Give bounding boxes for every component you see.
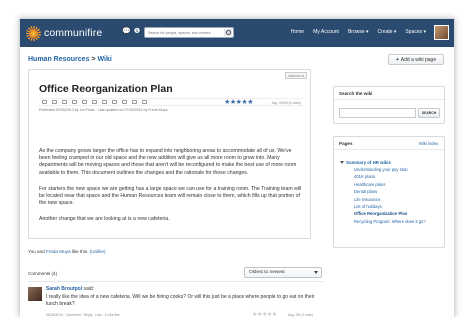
nav-home[interactable]: Home	[291, 29, 304, 35]
edit-icon[interactable]	[92, 100, 97, 104]
notification-icon[interactable]: ❶	[133, 28, 141, 36]
user-avatar[interactable]	[434, 25, 449, 40]
tree-item[interactable]: Understanding your pay stub	[340, 166, 426, 173]
chat-icon[interactable]: 💬	[122, 28, 131, 36]
tree-item[interactable]: Healthcare plans	[340, 181, 426, 188]
main-nav: Home My Account Browse ▾ Create ▾ Spaces…	[291, 29, 426, 35]
search-icon[interactable]	[224, 29, 232, 36]
pages-title: Pages	[339, 141, 353, 146]
add-wiki-page-button[interactable]: + Add a wiki page	[388, 54, 444, 65]
nav-browse[interactable]: Browse ▾	[348, 29, 369, 35]
likes-prefix: You and	[28, 249, 45, 254]
logo-text: communifire	[44, 27, 103, 39]
comment-meta[interactable]: 06/24/2014 · Comment · Reply · Like · 1 …	[46, 313, 120, 317]
global-search	[144, 27, 234, 38]
comment-author-name[interactable]: Sarah Broutpol	[46, 286, 82, 292]
pages-tree: Summary of HR wikis Understanding your p…	[340, 159, 426, 225]
breadcrumb: Human Resources > Wiki	[28, 56, 112, 63]
copy-icon[interactable]	[102, 100, 107, 104]
commenter-avatar[interactable]	[28, 287, 42, 301]
plus-icon: +	[395, 56, 399, 63]
article-paragraph: For starters the new space we are gettin…	[39, 186, 302, 207]
page-title: Office Reorganization Plan	[39, 83, 173, 95]
article-paragraph: As the company grows larger the office h…	[39, 148, 297, 176]
comment-sort-value: Oldest to newest	[249, 270, 285, 275]
comment-rating-average: Avg. 3/5 (1 vote)	[288, 313, 313, 317]
unlike-link[interactable]: (Unlike)	[90, 249, 106, 254]
comment-sort-select[interactable]: Oldest to newest	[244, 267, 322, 278]
delete-icon[interactable]	[122, 100, 127, 104]
history-icon[interactable]	[112, 100, 117, 104]
wiki-search-title: Search the wiki	[339, 91, 373, 96]
comment-icon[interactable]	[42, 100, 47, 104]
nav-create[interactable]: Create ▾	[378, 29, 397, 35]
logo[interactable]: communifire	[26, 25, 102, 41]
tree-item[interactable]: 401K plans	[340, 173, 426, 180]
tree-item[interactable]: Recycling Program: Where does it go?	[340, 218, 426, 225]
chevron-down-icon	[314, 271, 318, 274]
version-badge[interactable]: VERSION 8	[284, 72, 307, 79]
lock-icon[interactable]	[132, 100, 137, 104]
tree-item[interactable]: Life Insurance	[340, 196, 426, 203]
divider	[334, 149, 444, 150]
likes-line: You and Freda Muya like this. (Unlike)	[28, 249, 106, 254]
email-icon[interactable]	[82, 100, 87, 104]
top-navigation-bar: communifire 💬 ❶ Home My Account Browse ▾…	[20, 19, 454, 47]
views-icon[interactable]	[52, 100, 57, 104]
comment-author: Sarah Broutpol said:	[46, 286, 94, 292]
comments-count: Comments (4)	[28, 271, 58, 276]
tree-item-current[interactable]: Office Reorganization Plan	[340, 210, 426, 217]
app-window: communifire 💬 ❶ Home My Account Browse ▾…	[19, 18, 455, 317]
more-icon[interactable]	[142, 100, 147, 104]
comment-rating-stars[interactable]: ★★★★★	[252, 311, 277, 317]
print-icon[interactable]	[62, 100, 67, 104]
nav-spaces[interactable]: Spaces ▾	[405, 29, 426, 35]
article-meta: Published 02/05/2013 by Jon Ross · Last …	[39, 108, 168, 112]
breadcrumb-parent[interactable]: Human Resources	[28, 56, 89, 63]
breadcrumb-current[interactable]: Wiki	[97, 56, 111, 63]
likes-suffix: like this.	[71, 249, 89, 254]
rating-average: Avg. 4.60/5 (5 votes)	[271, 100, 301, 105]
wiki-article: VERSION 8 Office Reorganization Plan ★★★…	[28, 69, 311, 239]
comment-text: I really like the idea of a new cafeteri…	[46, 294, 315, 307]
article-toolbar: ★★★★★ Avg. 4.60/5 (5 votes)	[39, 98, 303, 106]
comment-said: said:	[83, 286, 95, 292]
wiki-search-button[interactable]: SEARCH	[418, 108, 440, 118]
logo-icon	[26, 25, 41, 41]
nav-my-account[interactable]: My Account	[313, 29, 339, 35]
rating-stars[interactable]: ★★★★★	[224, 99, 253, 106]
tree-item[interactable]: Dental plans	[340, 188, 426, 195]
global-search-input[interactable]	[145, 28, 223, 37]
pdf-icon[interactable]	[72, 100, 77, 104]
divider	[28, 281, 324, 282]
wiki-search-input[interactable]	[339, 108, 416, 118]
add-wiki-page-label: Add a wiki page	[400, 56, 437, 63]
tree-root-summary[interactable]: Summary of HR wikis	[340, 159, 426, 166]
wiki-search-box: Search the wiki SEARCH	[333, 86, 445, 124]
wiki-index-link[interactable]: Wiki index	[419, 141, 438, 146]
tree-item[interactable]: List of holidays	[340, 203, 426, 210]
breadcrumb-separator: >	[91, 56, 96, 63]
divider	[334, 99, 444, 100]
liker-link[interactable]: Freda Muya	[46, 249, 71, 254]
wiki-pages-box: Pages Wiki index Summary of HR wikis Und…	[333, 136, 445, 248]
article-paragraph: Another change that we are looking at is…	[39, 216, 170, 222]
